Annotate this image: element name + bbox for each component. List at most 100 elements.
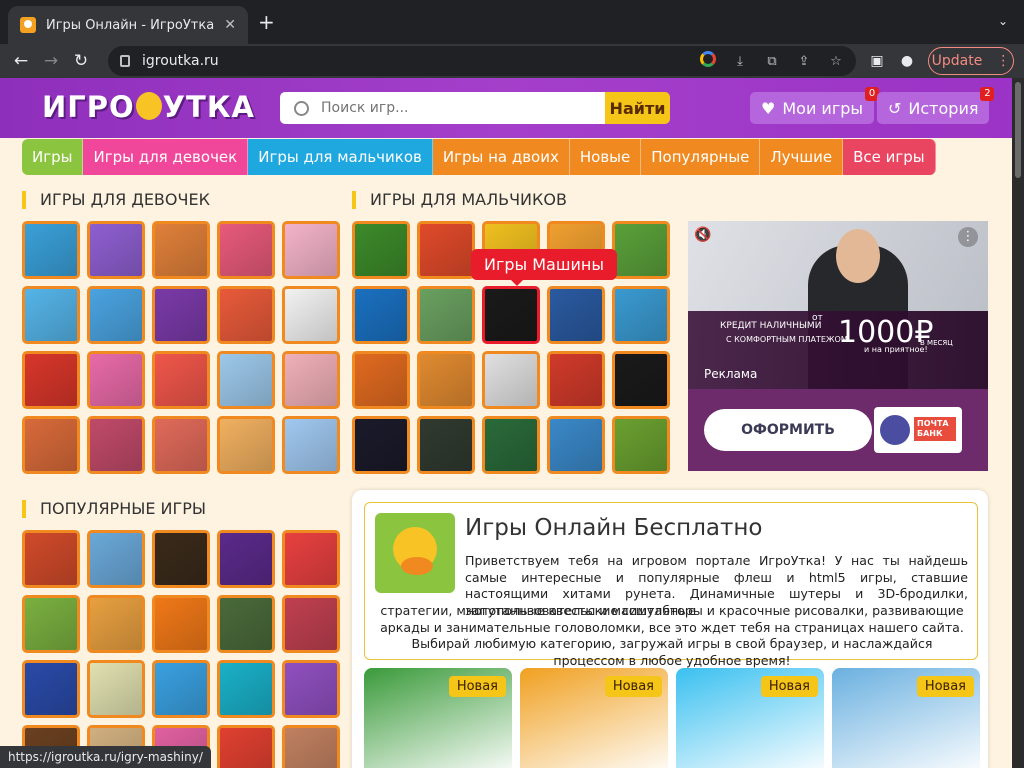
- popular-game-tile[interactable]: [282, 660, 340, 718]
- boys-game-tile[interactable]: [612, 351, 670, 409]
- girls-game-tile[interactable]: [282, 416, 340, 474]
- boys-game-tile[interactable]: [612, 286, 670, 344]
- side-panel-icon[interactable]: ▣: [862, 53, 892, 69]
- girls-game-tile[interactable]: [152, 416, 210, 474]
- popular-game-tile[interactable]: [217, 595, 275, 653]
- page-scrollbar[interactable]: [1012, 78, 1024, 768]
- reload-icon[interactable]: ↻: [66, 51, 96, 71]
- popular-game-tile[interactable]: [152, 595, 210, 653]
- girls-game-tile[interactable]: [217, 416, 275, 474]
- search-input[interactable]: [321, 100, 571, 116]
- popular-game-tile[interactable]: [87, 530, 145, 588]
- new-tab-button[interactable]: +: [258, 12, 275, 32]
- boys-game-tile[interactable]: [417, 416, 475, 474]
- girls-game-tile[interactable]: [22, 221, 80, 279]
- back-arrow-icon[interactable]: ←: [6, 51, 36, 71]
- popular-game-tile[interactable]: [87, 660, 145, 718]
- nav-item-5[interactable]: Новые: [569, 139, 642, 175]
- share-icon[interactable]: ⇪: [792, 54, 816, 69]
- history-button[interactable]: ↺ История 2: [877, 87, 995, 124]
- update-button[interactable]: Update ⋮: [928, 47, 1014, 75]
- popular-game-tile[interactable]: [22, 530, 80, 588]
- new-badge: Новая: [604, 676, 662, 697]
- popular-game-tile[interactable]: [22, 660, 80, 718]
- girls-game-tile[interactable]: [217, 351, 275, 409]
- popular-game-tile[interactable]: [282, 595, 340, 653]
- boys-game-tile[interactable]: [417, 351, 475, 409]
- girls-game-tile[interactable]: [282, 286, 340, 344]
- new-game-card[interactable]: Новая: [676, 668, 824, 768]
- nav-item-2[interactable]: Игры для девочек: [83, 139, 249, 175]
- popular-game-tile[interactable]: [217, 530, 275, 588]
- bookmark-star-icon[interactable]: ☆: [824, 54, 848, 69]
- nav-item-8[interactable]: Все игры: [843, 139, 936, 175]
- search-button[interactable]: Найти: [605, 92, 670, 124]
- popular-game-tile[interactable]: [152, 530, 210, 588]
- install-app-icon[interactable]: ⤓: [728, 54, 752, 69]
- nav-item-6[interactable]: Популярные: [641, 139, 761, 175]
- nav-item-4[interactable]: Игры на двоих: [432, 139, 570, 175]
- girls-game-tile[interactable]: [217, 286, 275, 344]
- girls-game-tile[interactable]: [87, 221, 145, 279]
- girls-game-tile[interactable]: [152, 221, 210, 279]
- boys-game-tile[interactable]: [547, 416, 605, 474]
- popular-game-tile[interactable]: [87, 595, 145, 653]
- nav-item-7[interactable]: Лучшие: [760, 139, 844, 175]
- boys-game-tile[interactable]: [417, 286, 475, 344]
- google-lens-icon[interactable]: [696, 51, 720, 71]
- popular-game-tile[interactable]: [282, 530, 340, 588]
- tab-close-icon[interactable]: ✕: [224, 17, 236, 33]
- boys-game-tile[interactable]: [482, 286, 540, 344]
- forward-arrow-icon[interactable]: →: [36, 51, 66, 71]
- boys-game-tile[interactable]: [417, 221, 475, 279]
- boys-game-tile[interactable]: [547, 286, 605, 344]
- translate-icon[interactable]: ⧉: [760, 54, 784, 69]
- boys-game-tile[interactable]: [482, 416, 540, 474]
- new-badge: Новая: [916, 676, 974, 697]
- girls-game-tile[interactable]: [22, 286, 80, 344]
- profile-icon[interactable]: ●: [892, 53, 922, 69]
- boys-game-tile[interactable]: [482, 351, 540, 409]
- girls-game-tile[interactable]: [87, 286, 145, 344]
- browser-tab[interactable]: Игры Онлайн - ИгроУтка ✕: [8, 6, 248, 44]
- new-game-card[interactable]: Новая: [832, 668, 980, 768]
- address-url[interactable]: igroutka.ru: [142, 53, 696, 69]
- popular-game-tile[interactable]: [217, 725, 275, 768]
- address-bar[interactable]: igroutka.ru ⤓ ⧉ ⇪ ☆: [108, 46, 856, 76]
- girls-game-tile[interactable]: [22, 351, 80, 409]
- logo-text-left: ИГРО: [42, 90, 135, 124]
- girls-game-tile[interactable]: [87, 351, 145, 409]
- boys-game-tile[interactable]: [352, 286, 410, 344]
- ad-menu-icon[interactable]: ⋮: [958, 227, 978, 247]
- boys-game-tile[interactable]: [352, 416, 410, 474]
- girls-game-tile[interactable]: [87, 416, 145, 474]
- popular-game-tile[interactable]: [282, 725, 340, 768]
- scrollbar-thumb[interactable]: [1015, 82, 1021, 178]
- girls-game-tile[interactable]: [217, 221, 275, 279]
- girls-game-tile[interactable]: [282, 351, 340, 409]
- boys-game-tile[interactable]: [612, 416, 670, 474]
- boys-game-tile[interactable]: [547, 351, 605, 409]
- ad-apply-button[interactable]: ОФОРМИТЬ: [704, 409, 872, 451]
- popular-game-tile[interactable]: [22, 595, 80, 653]
- advertisement-banner[interactable]: КРЕДИТ НАЛИЧНЫМИ С КОМФОРТНЫМ ПЛАТЕЖОМ о…: [688, 221, 988, 471]
- bank-emblem-icon: [880, 415, 910, 445]
- popular-game-tile[interactable]: [217, 660, 275, 718]
- site-logo[interactable]: ИГРО УТКА: [42, 90, 255, 124]
- boys-game-tile[interactable]: [352, 351, 410, 409]
- new-game-card[interactable]: Новая: [520, 668, 668, 768]
- boys-game-tile[interactable]: [352, 221, 410, 279]
- duck-icon: [135, 92, 162, 120]
- mute-icon[interactable]: 🔇: [694, 227, 711, 243]
- nav-item-3[interactable]: Игры для мальчиков: [248, 139, 433, 175]
- girls-game-tile[interactable]: [22, 416, 80, 474]
- girls-game-tile[interactable]: [152, 351, 210, 409]
- girls-game-tile[interactable]: [282, 221, 340, 279]
- popular-game-tile[interactable]: [152, 660, 210, 718]
- boys-game-tile[interactable]: [612, 221, 670, 279]
- tab-search-chevron-icon[interactable]: ⌄: [998, 14, 1008, 28]
- girls-game-tile[interactable]: [152, 286, 210, 344]
- new-game-card[interactable]: Новая: [364, 668, 512, 768]
- my-games-button[interactable]: ♥ Мои игры 0: [750, 87, 880, 124]
- nav-item-1[interactable]: Игры: [22, 139, 84, 175]
